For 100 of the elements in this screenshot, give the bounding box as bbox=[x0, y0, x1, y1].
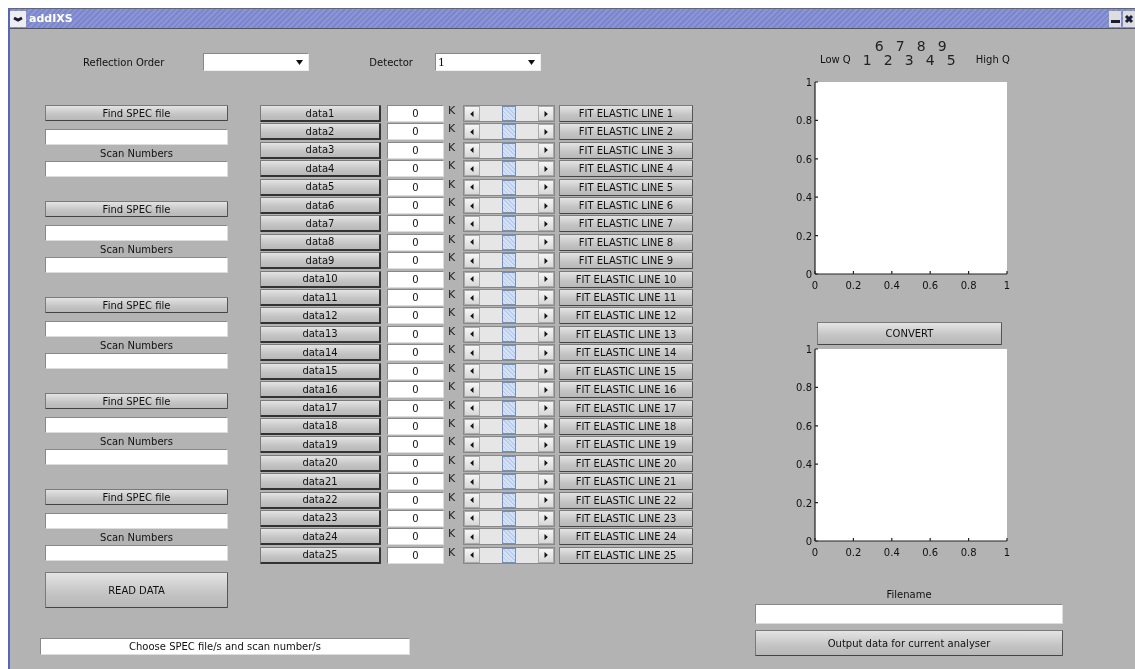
temperature-field[interactable]: 0 bbox=[387, 473, 444, 491]
data-button[interactable]: data23 bbox=[260, 509, 381, 527]
scroll-left-button[interactable] bbox=[464, 124, 480, 140]
fit-elastic-line-button[interactable]: FIT ELASTIC LINE 23 bbox=[559, 509, 693, 527]
scroll-left-button[interactable] bbox=[464, 492, 480, 508]
slider-thumb[interactable] bbox=[502, 326, 516, 342]
slider-thumb[interactable] bbox=[502, 510, 516, 526]
data-button[interactable]: data7 bbox=[260, 215, 381, 233]
temperature-field[interactable]: 0 bbox=[387, 436, 444, 454]
data-button[interactable]: data2 bbox=[260, 123, 381, 141]
slider[interactable] bbox=[463, 454, 555, 472]
fit-elastic-line-button[interactable]: FIT ELASTIC LINE 5 bbox=[559, 178, 693, 196]
data-button[interactable]: data10 bbox=[260, 270, 381, 288]
slider[interactable] bbox=[463, 362, 555, 380]
slider[interactable] bbox=[463, 215, 555, 233]
slider[interactable] bbox=[463, 417, 555, 435]
scroll-right-button[interactable] bbox=[538, 253, 554, 269]
scroll-right-button[interactable] bbox=[538, 455, 554, 471]
temperature-field[interactable]: 0 bbox=[387, 399, 444, 417]
fit-elastic-line-button[interactable]: FIT ELASTIC LINE 15 bbox=[559, 362, 693, 380]
scroll-right-button[interactable] bbox=[538, 290, 554, 306]
slider[interactable] bbox=[463, 546, 555, 564]
fit-elastic-line-button[interactable]: FIT ELASTIC LINE 11 bbox=[559, 289, 693, 307]
output-data-button[interactable]: Output data for current analyser bbox=[755, 630, 1063, 656]
scroll-right-button[interactable] bbox=[538, 418, 554, 434]
slider-thumb[interactable] bbox=[502, 529, 516, 545]
data-button[interactable]: data5 bbox=[260, 178, 381, 196]
scroll-left-button[interactable] bbox=[464, 271, 480, 287]
data-button[interactable]: data21 bbox=[260, 473, 381, 491]
temperature-field[interactable]: 0 bbox=[387, 528, 444, 546]
scroll-left-button[interactable] bbox=[464, 198, 480, 214]
scroll-left-button[interactable] bbox=[464, 308, 480, 324]
fit-elastic-line-button[interactable]: FIT ELASTIC LINE 18 bbox=[559, 417, 693, 435]
scroll-right-button[interactable] bbox=[538, 510, 554, 526]
temperature-field[interactable]: 0 bbox=[387, 123, 444, 141]
scroll-right-button[interactable] bbox=[538, 345, 554, 361]
slider[interactable] bbox=[463, 123, 555, 141]
fit-elastic-line-button[interactable]: FIT ELASTIC LINE 14 bbox=[559, 344, 693, 362]
scroll-left-button[interactable] bbox=[464, 547, 480, 563]
spec-file-field[interactable] bbox=[45, 129, 228, 145]
data-button[interactable]: data20 bbox=[260, 454, 381, 472]
data-button[interactable]: data22 bbox=[260, 491, 381, 509]
scroll-right-button[interactable] bbox=[538, 437, 554, 453]
scroll-left-button[interactable] bbox=[464, 161, 480, 177]
detector-dropdown[interactable]: 1 bbox=[434, 53, 541, 71]
temperature-field[interactable]: 0 bbox=[387, 160, 444, 178]
slider-thumb[interactable] bbox=[502, 474, 516, 490]
fit-elastic-line-button[interactable]: FIT ELASTIC LINE 13 bbox=[559, 325, 693, 343]
slider-thumb[interactable] bbox=[502, 290, 516, 306]
fit-elastic-line-button[interactable]: FIT ELASTIC LINE 19 bbox=[559, 436, 693, 454]
scroll-left-button[interactable] bbox=[464, 455, 480, 471]
fit-elastic-line-button[interactable]: FIT ELASTIC LINE 17 bbox=[559, 399, 693, 417]
temperature-field[interactable]: 0 bbox=[387, 325, 444, 343]
find-spec-button[interactable]: Find SPEC file bbox=[45, 489, 228, 505]
slider-thumb[interactable] bbox=[502, 106, 516, 121]
scroll-right-button[interactable] bbox=[538, 382, 554, 398]
scroll-left-button[interactable] bbox=[464, 510, 480, 526]
slider[interactable] bbox=[463, 141, 555, 159]
scroll-left-button[interactable] bbox=[464, 363, 480, 379]
slider[interactable] bbox=[463, 233, 555, 251]
data-button[interactable]: data1 bbox=[260, 105, 381, 122]
slider-thumb[interactable] bbox=[502, 271, 516, 287]
slider[interactable] bbox=[463, 105, 555, 122]
temperature-field[interactable]: 0 bbox=[387, 215, 444, 233]
read-data-button[interactable]: READ DATA bbox=[45, 572, 228, 608]
data-button[interactable]: data25 bbox=[260, 546, 381, 564]
temperature-field[interactable]: 0 bbox=[387, 252, 444, 270]
fit-elastic-line-button[interactable]: FIT ELASTIC LINE 20 bbox=[559, 454, 693, 472]
data-button[interactable]: data9 bbox=[260, 252, 381, 270]
fit-elastic-line-button[interactable]: FIT ELASTIC LINE 21 bbox=[559, 473, 693, 491]
temperature-field[interactable]: 0 bbox=[387, 178, 444, 196]
data-button[interactable]: data19 bbox=[260, 436, 381, 454]
slider[interactable] bbox=[463, 307, 555, 325]
spec-file-field[interactable] bbox=[45, 225, 228, 241]
scroll-left-button[interactable] bbox=[464, 345, 480, 361]
scroll-right-button[interactable] bbox=[538, 308, 554, 324]
filename-field[interactable] bbox=[755, 604, 1063, 624]
close-button[interactable] bbox=[1123, 10, 1135, 27]
scroll-right-button[interactable] bbox=[538, 124, 554, 140]
scan-numbers-field[interactable] bbox=[45, 449, 228, 465]
scroll-left-button[interactable] bbox=[464, 418, 480, 434]
slider-thumb[interactable] bbox=[502, 124, 516, 140]
data-button[interactable]: data18 bbox=[260, 417, 381, 435]
scroll-left-button[interactable] bbox=[464, 179, 480, 195]
fit-elastic-line-button[interactable]: FIT ELASTIC LINE 8 bbox=[559, 233, 693, 251]
slider-thumb[interactable] bbox=[502, 418, 516, 434]
slider-thumb[interactable] bbox=[502, 234, 516, 250]
scroll-left-button[interactable] bbox=[464, 437, 480, 453]
temperature-field[interactable]: 0 bbox=[387, 454, 444, 472]
fit-elastic-line-button[interactable]: FIT ELASTIC LINE 25 bbox=[559, 546, 693, 564]
slider[interactable] bbox=[463, 436, 555, 454]
slider-thumb[interactable] bbox=[502, 253, 516, 269]
slider[interactable] bbox=[463, 197, 555, 215]
slider-thumb[interactable] bbox=[502, 142, 516, 158]
slider[interactable] bbox=[463, 344, 555, 362]
slider-thumb[interactable] bbox=[502, 363, 516, 379]
data-button[interactable]: data8 bbox=[260, 233, 381, 251]
temperature-field[interactable]: 0 bbox=[387, 344, 444, 362]
scroll-right-button[interactable] bbox=[538, 179, 554, 195]
temperature-field[interactable]: 0 bbox=[387, 491, 444, 509]
